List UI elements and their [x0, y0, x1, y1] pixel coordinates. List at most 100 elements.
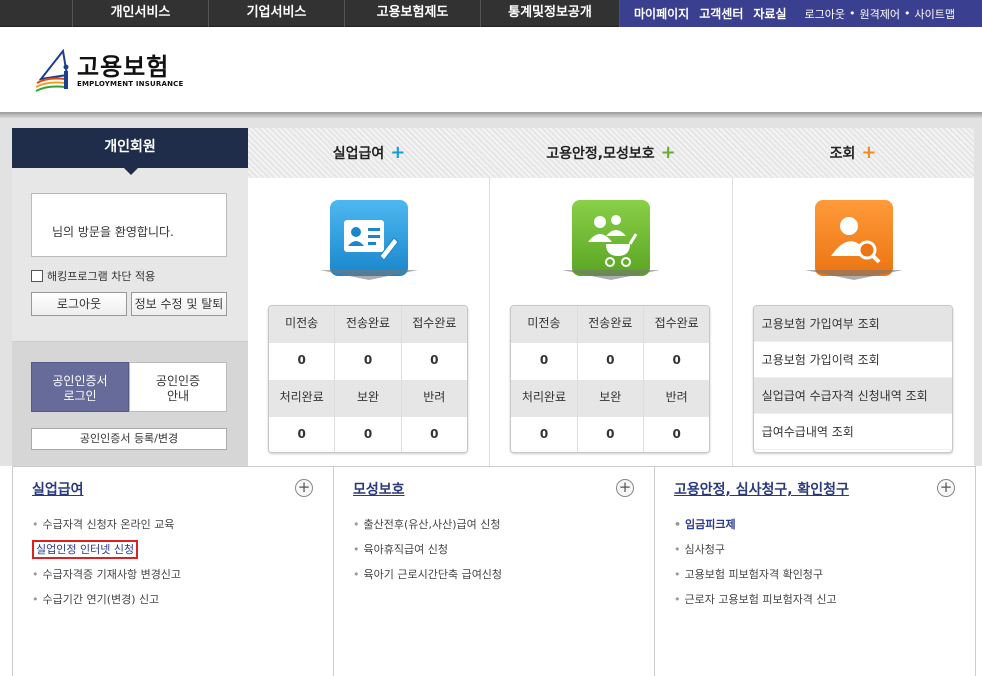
- logout-link[interactable]: 로그아웃: [805, 6, 845, 22]
- nav-customer-center[interactable]: 고객센터: [699, 5, 743, 22]
- bottom-column-stability: 고용안정, 심사청구, 확인청구 + • 임금피크제 • 심사청구 • 고용보험 피보…: [655, 467, 976, 676]
- family-stroller-icon[interactable]: [572, 200, 651, 276]
- status-count[interactable]: 0: [335, 417, 402, 452]
- list-item[interactable]: • 육아기 근로시간단축 급여신청: [353, 569, 502, 594]
- hacking-protection-option[interactable]: 해킹프로그램 차단 적용: [31, 268, 155, 284]
- unemployment-column: 미전송 전송완료 접수완료 0 0 0 처리완료 보완 반려 0 0 0: [248, 178, 491, 466]
- separator-dot: •: [903, 7, 911, 20]
- inquiry-link[interactable]: 실업급여 수급자격 신청내역 조회: [753, 378, 952, 414]
- inquiry-link[interactable]: 급여수급내역 조회: [753, 414, 952, 450]
- status-count[interactable]: 0: [402, 343, 467, 380]
- service-tabs: 실업급여 + 고용안정,모성보호 + 조회 +: [248, 128, 974, 178]
- icon-shadow: [804, 270, 903, 280]
- list-item[interactable]: • 출산전후(유산,사산)급여 신청: [353, 519, 502, 544]
- status-header: 접수완료: [654, 316, 699, 330]
- status-header: 처리완료: [269, 380, 336, 417]
- icon-shadow: [320, 270, 418, 280]
- logo-korean-text: 고용보험: [77, 53, 170, 81]
- more-plus-icon[interactable]: +: [295, 479, 313, 497]
- status-header: 보완: [335, 380, 402, 417]
- section-title-maternity[interactable]: 모성보호: [353, 479, 405, 499]
- more-plus-icon[interactable]: +: [616, 479, 634, 497]
- tab-label: 고용안정,모성보호: [546, 146, 655, 162]
- tab-label: 실업급여: [332, 146, 385, 162]
- cert-register-button[interactable]: 공인인증서 등록/변경: [31, 428, 227, 450]
- bottom-column-maternity: 모성보호 + • 출산전후(유산,사산)급여 신청 • 육아휴직급여 신청 • 육아기…: [334, 467, 655, 676]
- nav-insurance-system[interactable]: 고용보험제도: [344, 0, 480, 27]
- employment-stability-column: 미전송 전송완료 접수완료 0 0 0 처리완료 보완 반려 0 0 0: [490, 178, 733, 466]
- member-panel: 개인회원 님의 방문을 환영합니다. 해킹프로그램 차단 적용 로그아웃 정보 …: [12, 128, 248, 466]
- status-count[interactable]: 0: [269, 343, 336, 380]
- status-count[interactable]: 0: [578, 343, 644, 380]
- section-title-stability[interactable]: 고용안정, 심사청구, 확인청구: [674, 479, 849, 499]
- more-plus-icon[interactable]: +: [937, 479, 955, 497]
- main-section: 개인회원 님의 방문을 환영합니다. 해킹프로그램 차단 적용 로그아웃 정보 …: [0, 118, 982, 466]
- status-count[interactable]: 0: [511, 417, 578, 452]
- list-item[interactable]: • 임금피크제: [674, 519, 837, 544]
- logout-button[interactable]: 로그아웃: [31, 292, 127, 316]
- section-title-unemployment[interactable]: 실업급여: [32, 479, 84, 499]
- top-navigation-bar: 개인서비스 기업서비스 고용보험제도 통계및정보공개 마이페이지 고객센터 자료…: [0, 0, 982, 27]
- status-count[interactable]: 0: [644, 343, 709, 380]
- hacking-protection-label: 해킹프로그램 차단 적용: [47, 270, 156, 283]
- cert-login-label-2: 로그인: [63, 389, 97, 403]
- utility-nav: 마이페이지 고객센터 자료실 로그아웃 • 원격제어 • 사이트맵: [620, 0, 982, 27]
- logo-english-text: EMPLOYMENT INSURANCE: [77, 80, 184, 88]
- plus-icon: +: [660, 142, 676, 163]
- tab-inquiry[interactable]: 조회 +: [732, 128, 974, 178]
- id-card-icon[interactable]: [330, 200, 408, 276]
- list-item[interactable]: • 심사청구: [674, 544, 837, 569]
- cert-info-button[interactable]: 공인인증 안내: [129, 362, 227, 412]
- list-item[interactable]: • 근로자 고용보험 피보험자격 신고: [674, 594, 837, 619]
- edit-profile-button[interactable]: 정보 수정 및 탈퇴: [131, 292, 227, 316]
- member-panel-title: 개인회원: [12, 128, 248, 175]
- list-item[interactable]: • 육아휴직급여 신청: [353, 544, 502, 569]
- status-header: 처리완료: [511, 380, 578, 417]
- list-item[interactable]: • 고용보험 피보험자격 확인청구: [674, 569, 837, 594]
- tab-employment-stability[interactable]: 고용안정,모성보호 +: [490, 128, 732, 178]
- status-count[interactable]: 0: [644, 417, 709, 452]
- tab-label: 조회: [829, 146, 856, 162]
- inquiry-list: 고용보험 가입여부 조회 고용보험 가입이력 조회 실업급여 수급자격 신청내역…: [752, 305, 953, 453]
- nav-business-service[interactable]: 기업서비스: [208, 0, 344, 27]
- status-count[interactable]: 0: [335, 343, 402, 380]
- status-header: 전송완료: [335, 306, 402, 343]
- list-item[interactable]: • 수급자격증 기재사항 변경신고: [32, 569, 181, 594]
- inquiry-column: 고용보험 가입여부 조회 고용보험 가입이력 조회 실업급여 수급자격 신청내역…: [733, 178, 974, 466]
- inquiry-link[interactable]: 고용보험 가입여부 조회: [753, 306, 952, 342]
- inquiry-link[interactable]: 고용보험 가입이력 조회: [753, 342, 952, 378]
- status-header: 미전송: [511, 306, 578, 343]
- status-count[interactable]: 0: [511, 343, 578, 380]
- status-header: 반려: [423, 390, 446, 404]
- cert-login-button[interactable]: 공인인증서 로그인: [31, 362, 129, 412]
- unemployment-status-table: 미전송 전송완료 접수완료 0 0 0 처리완료 보완 반려 0 0 0: [268, 305, 468, 453]
- service-panel: 실업급여 + 고용안정,모성보호 + 조회 + 미전송 전송완료 접수완료 0 …: [248, 128, 974, 466]
- icon-shadow: [562, 270, 661, 280]
- status-header: 반려: [665, 390, 688, 404]
- status-count[interactable]: 0: [578, 417, 644, 452]
- user-search-icon[interactable]: [814, 200, 893, 276]
- status-header: 전송완료: [578, 306, 644, 343]
- list-item[interactable]: • 수급기간 연기(변경) 신고: [32, 594, 181, 619]
- nav-archive[interactable]: 자료실: [753, 5, 786, 22]
- nav-personal-service[interactable]: 개인서비스: [72, 0, 208, 27]
- list-item-highlighted[interactable]: 실업인정 인터넷 신청: [32, 540, 181, 569]
- plus-icon: +: [390, 142, 406, 163]
- cert-info-label-1: 공인인증: [155, 374, 201, 388]
- certificate-area: 공인인증서 로그인 공인인증 안내 공인인증서 등록/변경: [12, 342, 248, 466]
- status-count[interactable]: 0: [269, 417, 336, 452]
- plus-icon: +: [861, 142, 877, 163]
- status-header: 보완: [578, 380, 644, 417]
- tab-unemployment-benefit[interactable]: 실업급여 +: [248, 128, 490, 178]
- hacking-protection-checkbox[interactable]: [31, 270, 43, 282]
- site-logo[interactable]: 고용보험 EMPLOYMENT INSURANCE: [33, 48, 184, 93]
- sitemap-link[interactable]: 사이트맵: [914, 6, 954, 22]
- status-count[interactable]: 0: [402, 417, 467, 452]
- nav-mypage[interactable]: 마이페이지: [634, 5, 689, 22]
- service-body: 미전송 전송완료 접수완료 0 0 0 처리완료 보완 반려 0 0 0 미전송…: [248, 178, 974, 466]
- separator-dot: •: [848, 7, 856, 20]
- nav-statistics[interactable]: 통계및정보공개: [480, 0, 620, 27]
- remote-control-link[interactable]: 원격제어: [859, 6, 899, 22]
- main-nav: 개인서비스 기업서비스 고용보험제도 통계및정보공개: [72, 0, 620, 27]
- cert-login-label-1: 공인인증서: [52, 374, 108, 388]
